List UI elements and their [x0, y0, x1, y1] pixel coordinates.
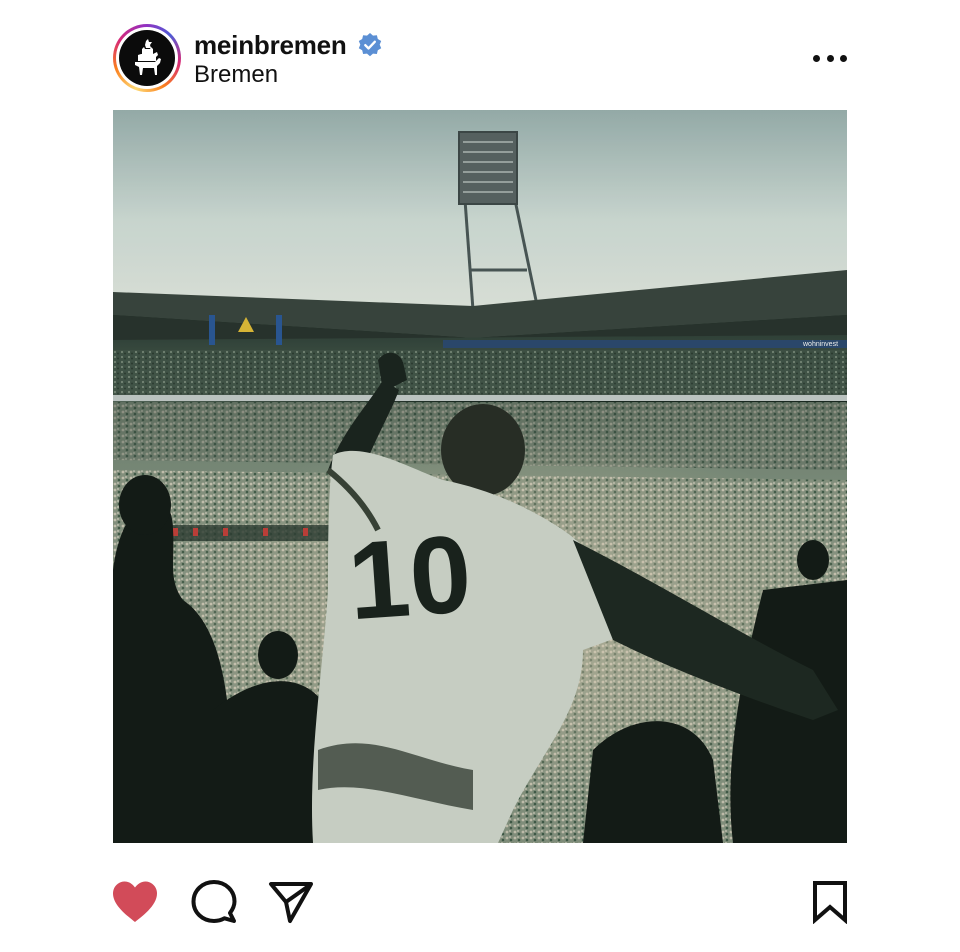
- location-label[interactable]: Bremen: [194, 61, 278, 89]
- heart-icon[interactable]: [111, 878, 159, 926]
- post-photo[interactable]: wohninvest 10: [113, 110, 847, 843]
- paper-plane-icon[interactable]: [267, 878, 315, 926]
- more-options-icon[interactable]: [813, 44, 847, 72]
- verified-badge-icon: [357, 32, 383, 58]
- username-row: meinbremen: [194, 30, 383, 60]
- post-actions: [113, 878, 847, 926]
- avatar[interactable]: [113, 24, 181, 92]
- bookmark-icon[interactable]: [806, 878, 854, 926]
- username[interactable]: meinbremen: [194, 30, 347, 60]
- comment-icon[interactable]: [190, 878, 238, 926]
- bremen-town-musicians-logo-icon: [119, 30, 175, 86]
- post-header: meinbremen Bremen: [113, 24, 847, 92]
